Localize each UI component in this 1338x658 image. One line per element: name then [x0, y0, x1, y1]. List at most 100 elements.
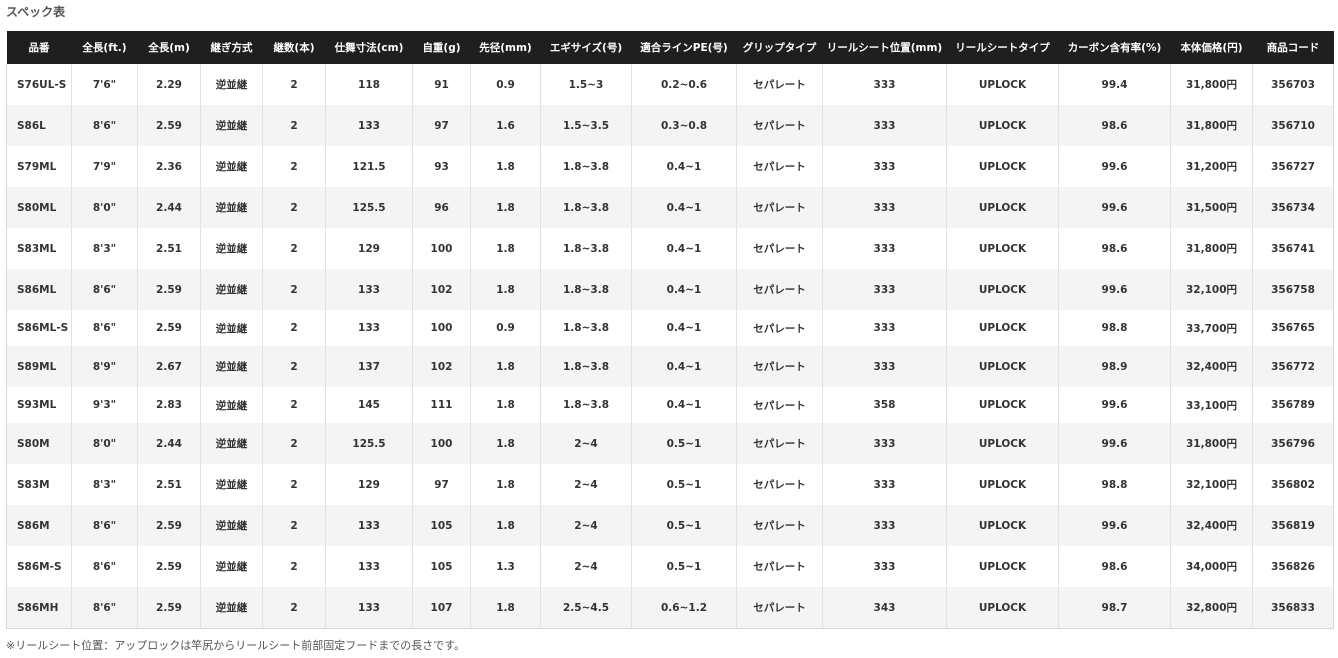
- cell-pieces: 2: [262, 387, 326, 423]
- cell-pieces: 2: [262, 546, 326, 587]
- cell-carbon-content: 99.6: [1058, 269, 1171, 310]
- cell-tip-diameter: 0.9: [470, 310, 541, 346]
- header-col-reel-seat-type: リールシートタイプ: [946, 31, 1059, 64]
- table-row: S79ML 7'9" 2.36 逆並継 2 121.5 93 1.8 1.8~3.8 0.4~1 セ…: [6, 146, 1334, 187]
- header-col-reel-seat-position: リールシート位置(mm): [822, 31, 947, 64]
- cell-length-m: 2.67: [137, 346, 201, 387]
- cell-grip-type: セパレート: [736, 423, 823, 464]
- cell-carbon-content: 98.6: [1058, 228, 1171, 269]
- cell-length-m: 2.44: [137, 187, 201, 228]
- cell-reel-seat-type: UPLOCK: [946, 64, 1059, 105]
- cell-length-ft: 8'3": [71, 228, 138, 269]
- cell-price: 32,100円: [1170, 464, 1253, 505]
- table-row: S76UL-S 7'6" 2.29 逆並継 2 118 91 0.9 1.5~3 0.2~0.6 セ…: [6, 64, 1334, 105]
- cell-price: 31,500円: [1170, 187, 1253, 228]
- cell-weight: 102: [412, 269, 471, 310]
- cell-line-pe: 0.4~1: [631, 228, 737, 269]
- cell-carbon-content: 99.6: [1058, 187, 1171, 228]
- cell-product-code: 356772: [1252, 346, 1334, 387]
- header-col-length-m: 全長(m): [137, 31, 201, 64]
- cell-product-code: 356710: [1252, 105, 1334, 146]
- cell-reel-seat-position: 333: [822, 423, 947, 464]
- cell-egi-size: 1.5~3: [540, 64, 632, 105]
- cell-length-ft: 8'0": [71, 423, 138, 464]
- cell-reel-seat-position: 333: [822, 505, 947, 546]
- cell-length-ft: 8'9": [71, 346, 138, 387]
- cell-product-code: 356734: [1252, 187, 1334, 228]
- cell-length-ft: 7'9": [71, 146, 138, 187]
- cell-closed-length: 133: [325, 546, 413, 587]
- cell-carbon-content: 98.8: [1058, 310, 1171, 346]
- cell-product-code: 356796: [1252, 423, 1334, 464]
- cell-product-code: 356758: [1252, 269, 1334, 310]
- table-row: S86ML 8'6" 2.59 逆並継 2 133 102 1.8 1.8~3.8 0.4~1 セパ…: [6, 269, 1334, 310]
- header-col-price: 本体価格(円): [1170, 31, 1253, 64]
- cell-product-number: S86L: [6, 105, 72, 146]
- table-row: S86ML-S 8'6" 2.59 逆並継 2 133 100 0.9 1.8~3.8 0.4~1…: [6, 310, 1334, 346]
- cell-joint-type: 逆並継: [200, 546, 263, 587]
- cell-length-m: 2.29: [137, 64, 201, 105]
- cell-length-m: 2.59: [137, 105, 201, 146]
- cell-closed-length: 129: [325, 464, 413, 505]
- cell-reel-seat-position: 333: [822, 546, 947, 587]
- cell-length-ft: 8'6": [71, 546, 138, 587]
- cell-line-pe: 0.5~1: [631, 464, 737, 505]
- cell-egi-size: 2~4: [540, 423, 632, 464]
- header-col-pieces: 継数(本): [262, 31, 326, 64]
- cell-length-ft: 8'6": [71, 269, 138, 310]
- cell-weight: 105: [412, 546, 471, 587]
- cell-price: 32,400円: [1170, 505, 1253, 546]
- cell-pieces: 2: [262, 587, 326, 629]
- cell-price: 33,700円: [1170, 310, 1253, 346]
- cell-line-pe: 0.3~0.8: [631, 105, 737, 146]
- cell-grip-type: セパレート: [736, 105, 823, 146]
- table-row: S86M 8'6" 2.59 逆並継 2 133 105 1.8 2~4 0.5~1 セパレート 33…: [6, 505, 1334, 546]
- cell-pieces: 2: [262, 464, 326, 505]
- cell-reel-seat-position: 343: [822, 587, 947, 629]
- cell-grip-type: セパレート: [736, 146, 823, 187]
- cell-joint-type: 逆並継: [200, 187, 263, 228]
- cell-price: 31,800円: [1170, 105, 1253, 146]
- cell-line-pe: 0.4~1: [631, 346, 737, 387]
- cell-egi-size: 1.8~3.8: [540, 269, 632, 310]
- cell-reel-seat-position: 333: [822, 64, 947, 105]
- cell-price: 32,400円: [1170, 346, 1253, 387]
- cell-closed-length: 133: [325, 505, 413, 546]
- cell-weight: 97: [412, 464, 471, 505]
- cell-weight: 100: [412, 310, 471, 346]
- table-row: S86MH 8'6" 2.59 逆並継 2 133 107 1.8 2.5~4.5 0.6~1.2…: [6, 587, 1334, 629]
- cell-reel-seat-type: UPLOCK: [946, 423, 1059, 464]
- table-row: S89ML 8'9" 2.67 逆並継 2 137 102 1.8 1.8~3.8 0.4~1 セパ…: [6, 346, 1334, 387]
- cell-tip-diameter: 1.6: [470, 105, 541, 146]
- cell-weight: 107: [412, 587, 471, 629]
- cell-tip-diameter: 1.8: [470, 505, 541, 546]
- cell-reel-seat-type: UPLOCK: [946, 387, 1059, 423]
- cell-length-m: 2.83: [137, 387, 201, 423]
- cell-product-number: S89ML: [6, 346, 72, 387]
- cell-pieces: 2: [262, 146, 326, 187]
- cell-price: 31,800円: [1170, 423, 1253, 464]
- cell-carbon-content: 98.6: [1058, 546, 1171, 587]
- cell-joint-type: 逆並継: [200, 228, 263, 269]
- cell-length-m: 2.59: [137, 505, 201, 546]
- cell-length-ft: 8'0": [71, 187, 138, 228]
- cell-grip-type: セパレート: [736, 505, 823, 546]
- cell-reel-seat-type: UPLOCK: [946, 505, 1059, 546]
- cell-egi-size: 1.5~3.5: [540, 105, 632, 146]
- cell-length-m: 2.36: [137, 146, 201, 187]
- cell-price: 34,000円: [1170, 546, 1253, 587]
- header-col-closed-length: 仕舞寸法(cm): [325, 31, 413, 64]
- cell-product-code: 356819: [1252, 505, 1334, 546]
- header-col-product-number: 品番: [6, 31, 72, 64]
- cell-length-ft: 7'6": [71, 64, 138, 105]
- cell-length-m: 2.51: [137, 228, 201, 269]
- cell-line-pe: 0.2~0.6: [631, 64, 737, 105]
- cell-product-code: 356727: [1252, 146, 1334, 187]
- table-row: S86M-S 8'6" 2.59 逆並継 2 133 105 1.3 2~4 0.5~1 セパレート…: [6, 546, 1334, 587]
- cell-closed-length: 118: [325, 64, 413, 105]
- cell-closed-length: 129: [325, 228, 413, 269]
- cell-product-code: 356826: [1252, 546, 1334, 587]
- header-col-grip-type: グリップタイプ: [736, 31, 823, 64]
- cell-reel-seat-type: UPLOCK: [946, 464, 1059, 505]
- header-col-line-pe: 適合ラインPE(号): [631, 31, 737, 64]
